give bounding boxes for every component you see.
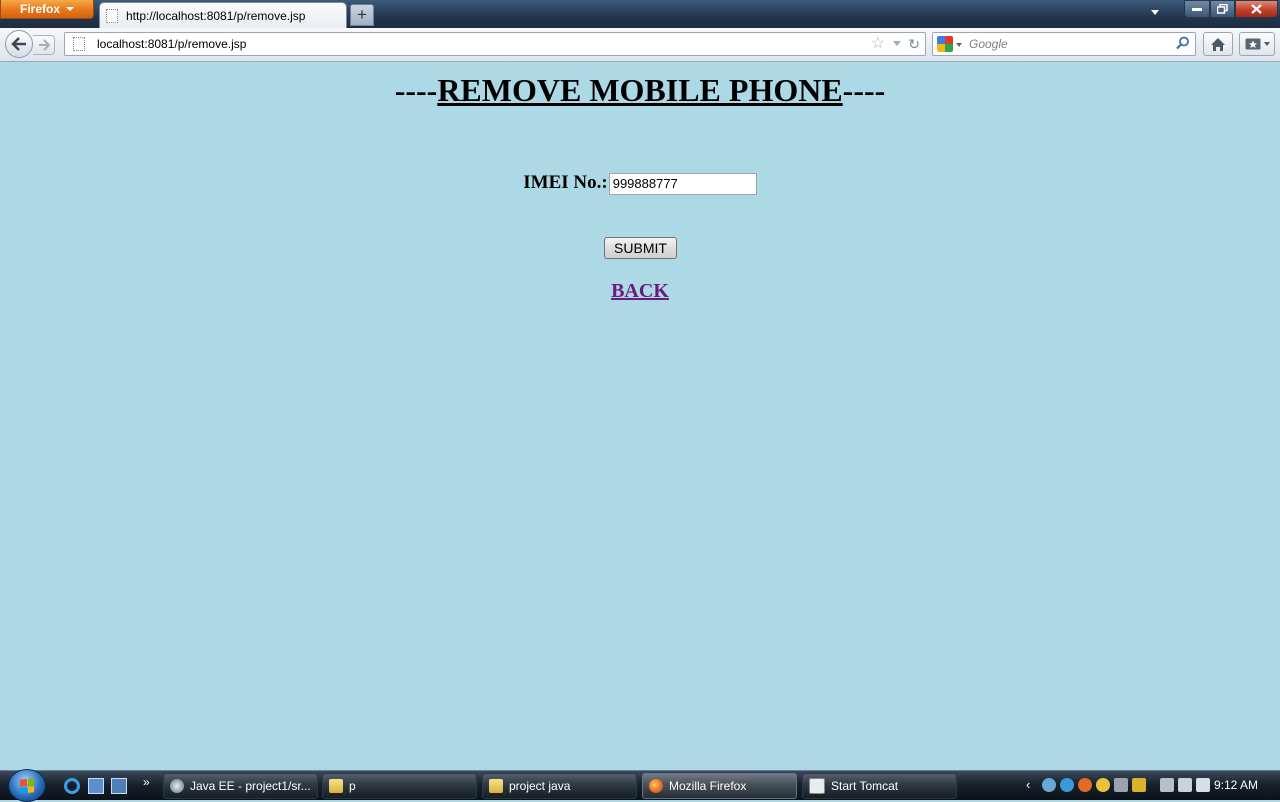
taskbar-item-label: Mozilla Firefox	[669, 779, 747, 793]
bookmarks-icon	[1245, 38, 1260, 50]
imei-input[interactable]	[608, 172, 757, 195]
page-content: ----REMOVE MOBILE PHONE---- IMEI No.: SU…	[0, 62, 1280, 770]
firefox-menu-label: Firefox	[19, 2, 60, 16]
battery-tray-icon[interactable]	[1132, 778, 1146, 792]
search-icon[interactable]	[1176, 36, 1190, 50]
start-button[interactable]	[8, 769, 46, 802]
bookmark-star-icon[interactable]: ☆	[871, 35, 885, 53]
console-icon	[809, 778, 825, 794]
address-bar[interactable]: localhost:8081/p/remove.jsp ☆ ↻	[64, 32, 926, 56]
switch-windows-icon[interactable]	[111, 778, 127, 794]
search-input[interactable]	[969, 35, 1169, 53]
windows-logo-icon	[20, 778, 34, 794]
page-heading: ----REMOVE MOBILE PHONE----	[0, 70, 1280, 110]
imei-label: IMEI No.:	[523, 172, 608, 193]
search-bar[interactable]	[932, 32, 1196, 56]
taskbar-item-java-ee[interactable]: Java EE - project1/sr...	[163, 773, 318, 799]
security-tray-icon[interactable]	[1096, 778, 1110, 792]
imei-form-row: IMEI No.:	[0, 171, 1280, 195]
url-history-dropdown-icon[interactable]	[893, 41, 901, 46]
taskbar-item-p[interactable]: p	[322, 773, 477, 799]
new-tab-button[interactable]: +	[350, 4, 374, 26]
update-tray-icon[interactable]	[1078, 778, 1092, 792]
folder-icon	[329, 779, 343, 793]
page-icon	[106, 8, 118, 23]
title-suffix: ----	[842, 72, 886, 108]
back-link[interactable]: BACK	[611, 280, 669, 302]
title-prefix: ----	[394, 72, 438, 108]
home-icon	[1211, 37, 1225, 51]
taskbar: » Java EE - project1/sr... p project jav…	[0, 769, 1280, 802]
eclipse-icon	[170, 779, 184, 793]
globe-tray-icon[interactable]	[1060, 778, 1074, 792]
tab-title: http://localhost:8081/p/remove.jsp	[126, 8, 306, 23]
folder-icon	[489, 779, 503, 793]
device-tray-icon[interactable]	[1114, 778, 1128, 792]
firefox-menu-button[interactable]: Firefox	[0, 0, 94, 19]
restore-button[interactable]	[1210, 0, 1235, 18]
back-arrow-icon	[11, 37, 26, 51]
taskbar-item-label: project java	[509, 779, 571, 793]
submit-button[interactable]: SUBMIT	[604, 237, 677, 259]
url-text: localhost:8081/p/remove.jsp	[97, 37, 247, 51]
firefox-icon	[649, 779, 663, 793]
quicklaunch-more-icon[interactable]: »	[143, 775, 150, 789]
system-clock[interactable]: 9:12 AM	[1214, 778, 1258, 792]
taskbar-item-firefox[interactable]: Mozilla Firefox	[642, 773, 797, 799]
browser-tab[interactable]: http://localhost:8081/p/remove.jsp	[99, 2, 347, 28]
forward-button[interactable]	[33, 35, 55, 55]
chevron-down-icon	[66, 7, 74, 11]
back-button[interactable]	[5, 30, 33, 58]
close-icon	[1251, 4, 1262, 14]
show-desktop-icon[interactable]	[88, 778, 104, 794]
close-button[interactable]	[1235, 0, 1278, 18]
internet-explorer-icon[interactable]	[64, 778, 80, 794]
power-tray-icon[interactable]	[1160, 778, 1174, 792]
forward-arrow-icon	[38, 39, 50, 51]
taskbar-item-label: p	[349, 779, 356, 793]
taskbar-item-tomcat[interactable]: Start Tomcat	[802, 773, 957, 799]
bookmarks-button[interactable]	[1239, 32, 1275, 56]
network-tray-icon[interactable]	[1042, 778, 1056, 792]
home-button[interactable]	[1203, 32, 1233, 56]
site-identity-icon	[73, 37, 85, 51]
back-link-row: BACK	[0, 279, 1280, 303]
page-title: REMOVE MOBILE PHONE	[437, 72, 843, 108]
taskbar-item-project-java[interactable]: project java	[482, 773, 637, 799]
tray-expand-icon[interactable]: ‹	[1026, 777, 1030, 792]
google-engine-icon[interactable]	[937, 36, 953, 52]
restore-icon	[1217, 4, 1228, 14]
reload-icon[interactable]: ↻	[908, 36, 920, 52]
taskbar-item-label: Java EE - project1/sr...	[190, 779, 311, 793]
minimize-button[interactable]	[1184, 0, 1210, 18]
volume-tray-icon[interactable]	[1196, 778, 1210, 792]
window-titlebar: Firefox http://localhost:8081/p/remove.j…	[0, 0, 1280, 28]
taskbar-item-label: Start Tomcat	[831, 779, 899, 793]
tab-list-dropdown-icon[interactable]	[1151, 10, 1159, 15]
chevron-down-icon	[1263, 42, 1270, 46]
network-error-tray-icon[interactable]	[1178, 778, 1192, 792]
minimize-icon	[1192, 8, 1202, 11]
engine-dropdown-icon[interactable]	[956, 43, 962, 47]
navigation-toolbar: localhost:8081/p/remove.jsp ☆ ↻	[0, 28, 1280, 62]
